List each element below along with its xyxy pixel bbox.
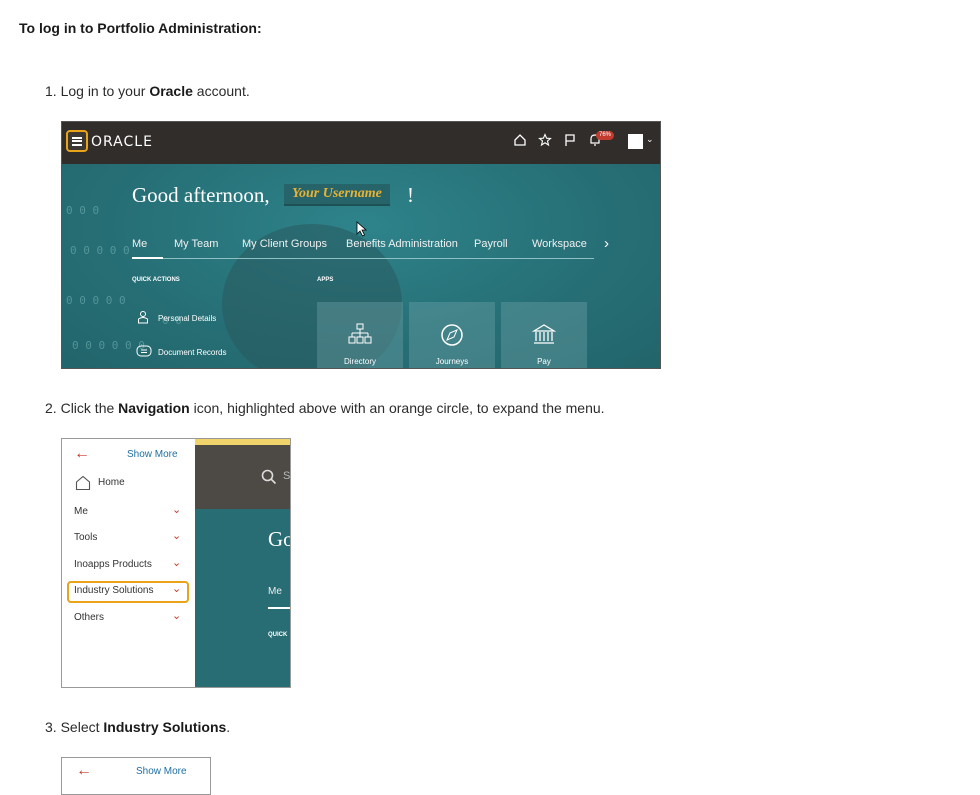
avatar[interactable] [628, 134, 643, 149]
quick-action-document-records[interactable]: Document Records [158, 348, 226, 357]
tab-my-team[interactable]: My Team [174, 238, 218, 250]
document-records-icon [136, 345, 152, 357]
chevron-down-icon[interactable]: ⌄ [172, 503, 181, 516]
app-label: Journeys [435, 357, 469, 366]
apps-label: APPS [317, 277, 334, 283]
chevron-down-icon[interactable]: ⌄ [172, 609, 181, 622]
top-bar: ORACLE 76% ⌄ [62, 122, 660, 164]
chevron-down-icon[interactable]: ⌄ [172, 529, 181, 542]
industry-solutions-screenshot: ← Show More [61, 757, 211, 795]
menu-item-others[interactable]: Others [74, 612, 104, 623]
page-peek: S Go Me QUICK [195, 439, 291, 687]
search-placeholder: S [283, 470, 291, 482]
step-1: 1. Log in to your Oracle account. [45, 83, 250, 99]
step-bold: Oracle [149, 83, 193, 99]
step-bold: Industry Solutions [103, 719, 227, 735]
menu-item-me[interactable]: Me [74, 506, 88, 517]
back-arrow-icon[interactable]: ← [76, 762, 92, 780]
app-card-directory[interactable]: Directory [317, 302, 403, 368]
greeting-exclaim: ! [407, 183, 414, 207]
app-card-pay[interactable]: Pay [501, 302, 587, 368]
tab-me-peek: Me [268, 586, 282, 597]
navigation-drawer: ← Show More Home Me ⌄ Tools ⌄ Inoapps Pr… [62, 439, 196, 687]
step-text: Log in to your [60, 83, 150, 99]
oracle-logo: ORACLE [91, 134, 153, 150]
compass-icon [441, 324, 463, 346]
mouse-cursor-icon [356, 221, 368, 237]
chevron-right-icon[interactable]: › [604, 235, 609, 252]
person-icon [138, 311, 148, 324]
flag-icon[interactable] [563, 133, 577, 147]
favorites-star-icon[interactable] [538, 133, 552, 147]
tab-benefits-administration[interactable]: Benefits Administration [346, 238, 458, 250]
home-icon[interactable] [513, 133, 527, 147]
bank-icon [531, 324, 557, 344]
tab-payroll[interactable]: Payroll [474, 238, 508, 250]
step-number: 1. [45, 83, 57, 99]
step-text: Click the [60, 400, 119, 416]
menu-item-tools[interactable]: Tools [74, 532, 97, 543]
page-heading: To log in to Portfolio Administration: [19, 20, 262, 36]
step-text: account. [192, 83, 250, 99]
tab-my-client-groups[interactable]: My Client Groups [242, 238, 327, 250]
app-label: Directory [343, 357, 376, 366]
oracle-home-screenshot: ORACLE 76% ⌄ 0 0 0 0 0 0 0 0 0 0 0 0 0 0… [61, 121, 661, 369]
show-more-link[interactable]: Show More [127, 449, 178, 460]
step-text: Select [60, 719, 104, 735]
show-more-link[interactable]: Show More [136, 766, 187, 777]
navigation-menu-icon[interactable] [66, 130, 88, 152]
step-text: icon, highlighted above with an orange c… [189, 400, 605, 416]
chevron-down-icon[interactable]: ⌄ [172, 556, 181, 569]
step-number: 3. [45, 719, 57, 735]
username-highlight: Your Username [284, 184, 390, 206]
step-number: 2. [45, 400, 57, 416]
quick-label-peek: QUICK [268, 632, 288, 638]
home-icon [75, 475, 91, 491]
search-icon[interactable] [261, 469, 277, 485]
greeting-peek: Go [268, 527, 290, 551]
tab-workspace[interactable]: Workspace [532, 238, 587, 250]
notification-badge: 76% [596, 131, 615, 140]
tab-me[interactable]: Me [132, 238, 147, 250]
chevron-down-icon[interactable]: ⌄ [646, 134, 654, 145]
chevron-down-icon[interactable]: ⌄ [172, 582, 181, 595]
step-bold: Navigation [118, 400, 190, 416]
app-card-journeys[interactable]: Journeys [409, 302, 495, 368]
directory-icon [348, 323, 372, 344]
greeting: Good afternoon, [132, 183, 270, 207]
step-text: . [226, 719, 231, 735]
app-label: Pay [537, 357, 551, 366]
menu-item-industry-solutions[interactable]: Industry Solutions [74, 585, 154, 596]
menu-item-home[interactable]: Home [98, 477, 125, 488]
step-2: 2. Click the Navigation icon, highlighte… [45, 400, 605, 416]
step-3: 3. Select Industry Solutions. [45, 719, 230, 735]
menu-item-inoapps-products[interactable]: Inoapps Products [74, 559, 152, 570]
navigation-menu-screenshot: ← Show More Home Me ⌄ Tools ⌄ Inoapps Pr… [61, 438, 291, 688]
quick-actions-label: QUICK ACTIONS [132, 277, 180, 283]
back-arrow-icon[interactable]: ← [74, 445, 90, 463]
quick-action-personal-details[interactable]: Personal Details [158, 314, 216, 323]
